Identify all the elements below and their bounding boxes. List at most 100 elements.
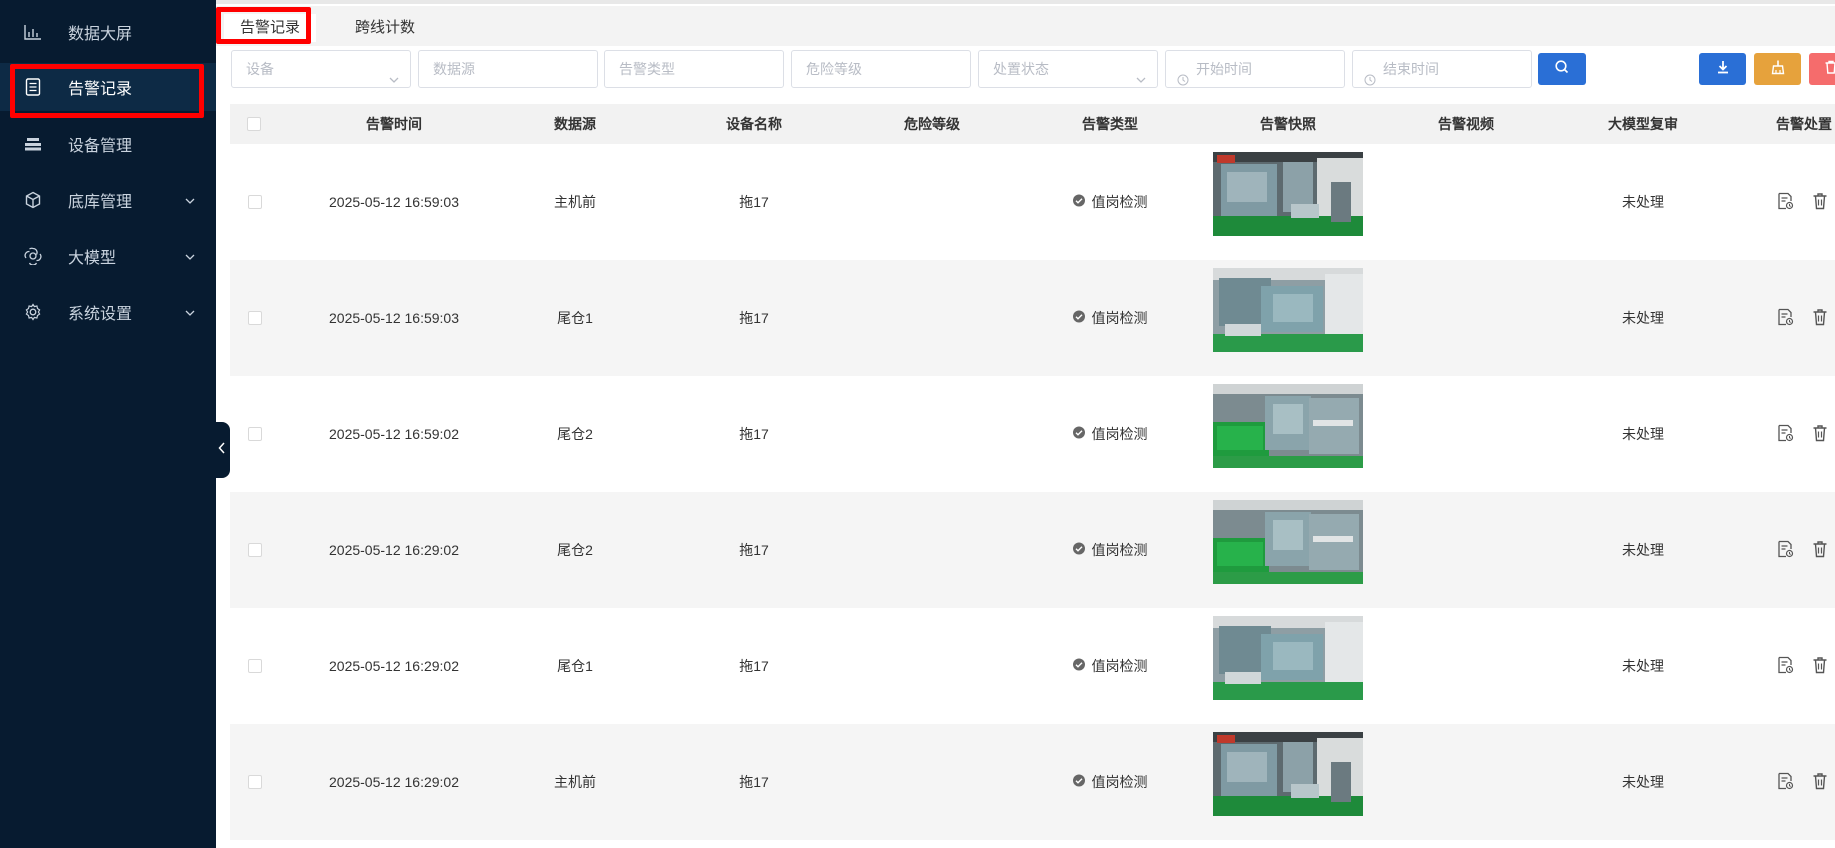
alarm-snapshot[interactable]	[1213, 152, 1363, 236]
device-select[interactable]: 设备	[231, 50, 411, 88]
danger-level-input[interactable]: 危险等级	[791, 50, 971, 88]
view-detail-icon[interactable]	[1776, 540, 1794, 558]
model-review-status: 未处理	[1622, 310, 1664, 326]
alarm-type-label: 值岗检测	[1091, 310, 1148, 326]
table-row[interactable]: 2025-05-12 16:29:02 尾仓1 拖17 值岗检测 未处理	[230, 608, 1835, 724]
row-checkbox[interactable]	[248, 195, 262, 209]
table-row[interactable]: 2025-05-12 16:59:03 尾仓1 拖17 值岗检测 未处理	[230, 260, 1835, 376]
sidebar-item-system-settings[interactable]: 系统设置	[0, 288, 216, 336]
alarm-type-label: 值岗检测	[1091, 774, 1148, 790]
check-circle-icon	[1073, 608, 1086, 724]
end-time-picker[interactable]: 结束时间	[1352, 50, 1532, 88]
alarm-snapshot[interactable]	[1213, 732, 1363, 816]
alarm-time: 2025-05-12 16:59:02	[329, 426, 459, 442]
column-header[interactable]: 告警快照	[1260, 104, 1316, 144]
trash-icon[interactable]	[1811, 656, 1829, 674]
view-detail-icon[interactable]	[1776, 772, 1794, 790]
batch-delete-button[interactable]	[1809, 53, 1835, 85]
export-button[interactable]	[1699, 53, 1746, 85]
source-input-placeholder: 数据源	[433, 61, 475, 77]
source-input[interactable]: 数据源	[418, 50, 598, 88]
check-circle-icon	[1073, 724, 1086, 840]
sidebar: 数据大屏 告警记录 设备管理 底库管理 大模型 系统设置	[0, 0, 216, 848]
alarm-snapshot[interactable]	[1213, 616, 1363, 700]
sidebar-item-data-screen[interactable]: 数据大屏	[0, 8, 216, 56]
alarm-type: 值岗检测	[1073, 724, 1148, 840]
column-header[interactable]: 告警视频	[1438, 104, 1494, 144]
table-row[interactable]: 2025-05-12 16:59:02 尾仓2 拖17 值岗检测 未处理	[230, 376, 1835, 492]
alarm-type: 值岗检测	[1073, 608, 1148, 724]
device-stack-icon	[22, 134, 44, 154]
trash-icon[interactable]	[1811, 772, 1829, 790]
column-header[interactable]: 大模型复审	[1608, 104, 1678, 144]
start-time-placeholder: 开始时间	[1196, 61, 1252, 77]
tab-line-crossing-count[interactable]: 跨线计数	[339, 14, 431, 42]
sidebar-item-label: 设备管理	[68, 138, 133, 155]
check-circle-icon	[1073, 376, 1086, 492]
alarm-type: 值岗检测	[1073, 260, 1148, 376]
table-row[interactable]: 2025-05-12 16:59:03 主机前 拖17 值岗检测 未处理	[230, 144, 1835, 260]
ai-model-icon	[22, 246, 44, 266]
trash-icon[interactable]	[1811, 192, 1829, 210]
model-review-status: 未处理	[1622, 426, 1664, 442]
handle-status-select[interactable]: 处置状态	[978, 50, 1158, 88]
device-name: 拖17	[739, 658, 769, 674]
alarm-snapshot[interactable]	[1213, 268, 1363, 352]
alarm-time: 2025-05-12 16:29:02	[329, 658, 459, 674]
chevron-down-icon	[388, 63, 400, 83]
alarm-time: 2025-05-12 16:59:03	[329, 310, 459, 326]
trash-icon[interactable]	[1811, 540, 1829, 558]
column-header[interactable]: 数据源	[554, 104, 596, 144]
sidebar-item-device-management[interactable]: 设备管理	[0, 120, 216, 168]
view-detail-icon[interactable]	[1776, 424, 1794, 442]
table-row[interactable]: 2025-05-12 16:29:02 尾仓2 拖17 值岗检测 未处理	[230, 492, 1835, 608]
column-header[interactable]: 告警处置	[1776, 104, 1832, 144]
alarm-snapshot[interactable]	[1213, 500, 1363, 584]
row-checkbox[interactable]	[248, 427, 262, 441]
column-header[interactable]: 危险等级	[904, 104, 960, 144]
column-header[interactable]: 告警时间	[366, 104, 422, 144]
device-name: 拖17	[739, 426, 769, 442]
danger-level-input-placeholder: 危险等级	[806, 61, 862, 77]
row-checkbox[interactable]	[248, 311, 262, 325]
column-header[interactable]: 设备名称	[726, 104, 782, 144]
alarm-type-input[interactable]: 告警类型	[604, 50, 784, 88]
view-detail-icon[interactable]	[1776, 192, 1794, 210]
gear-icon	[22, 302, 44, 322]
view-detail-icon[interactable]	[1776, 656, 1794, 674]
device-name: 拖17	[739, 310, 769, 326]
chart-icon	[22, 22, 44, 42]
chevron-down-icon	[184, 306, 196, 318]
sidebar-item-alarm-records[interactable]: 告警记录	[0, 63, 216, 111]
top-divider	[216, 0, 1835, 4]
row-checkbox[interactable]	[248, 659, 262, 673]
trash-icon[interactable]	[1811, 308, 1829, 326]
collapse-sidebar-button[interactable]	[214, 422, 230, 478]
alarm-type: 值岗检测	[1073, 144, 1148, 260]
start-time-picker[interactable]: 开始时间	[1165, 50, 1345, 88]
clock-icon	[1364, 63, 1376, 86]
tab-alarm-records[interactable]: 告警记录	[224, 14, 317, 42]
view-detail-icon[interactable]	[1776, 308, 1794, 326]
trash-icon[interactable]	[1811, 424, 1829, 442]
row-checkbox[interactable]	[248, 775, 262, 789]
data-source: 尾仓2	[557, 426, 593, 442]
model-review-status: 未处理	[1622, 658, 1664, 674]
select-all-checkbox[interactable]	[247, 117, 261, 131]
search-button[interactable]	[1538, 53, 1586, 85]
sidebar-item-large-model[interactable]: 大模型	[0, 232, 216, 280]
column-header[interactable]: 告警类型	[1082, 104, 1138, 144]
alarm-type-input-placeholder: 告警类型	[619, 61, 675, 77]
row-checkbox[interactable]	[248, 543, 262, 557]
table-row[interactable]: 2025-05-12 16:29:02 主机前 拖17 值岗检测 未处理	[230, 724, 1835, 840]
sidebar-item-gallery-management[interactable]: 底库管理	[0, 176, 216, 224]
alarm-type-label: 值岗检测	[1091, 542, 1148, 558]
alarm-time: 2025-05-12 16:29:02	[329, 774, 459, 790]
batch-handle-button[interactable]	[1754, 53, 1801, 85]
brush-icon	[1770, 59, 1786, 80]
handle-status-select-placeholder: 处置状态	[993, 61, 1049, 77]
alarm-snapshot[interactable]	[1213, 384, 1363, 468]
alarm-type-label: 值岗检测	[1091, 194, 1148, 210]
check-circle-icon	[1073, 260, 1086, 376]
tab-bar: 告警记录 跨线计数	[216, 6, 1835, 46]
